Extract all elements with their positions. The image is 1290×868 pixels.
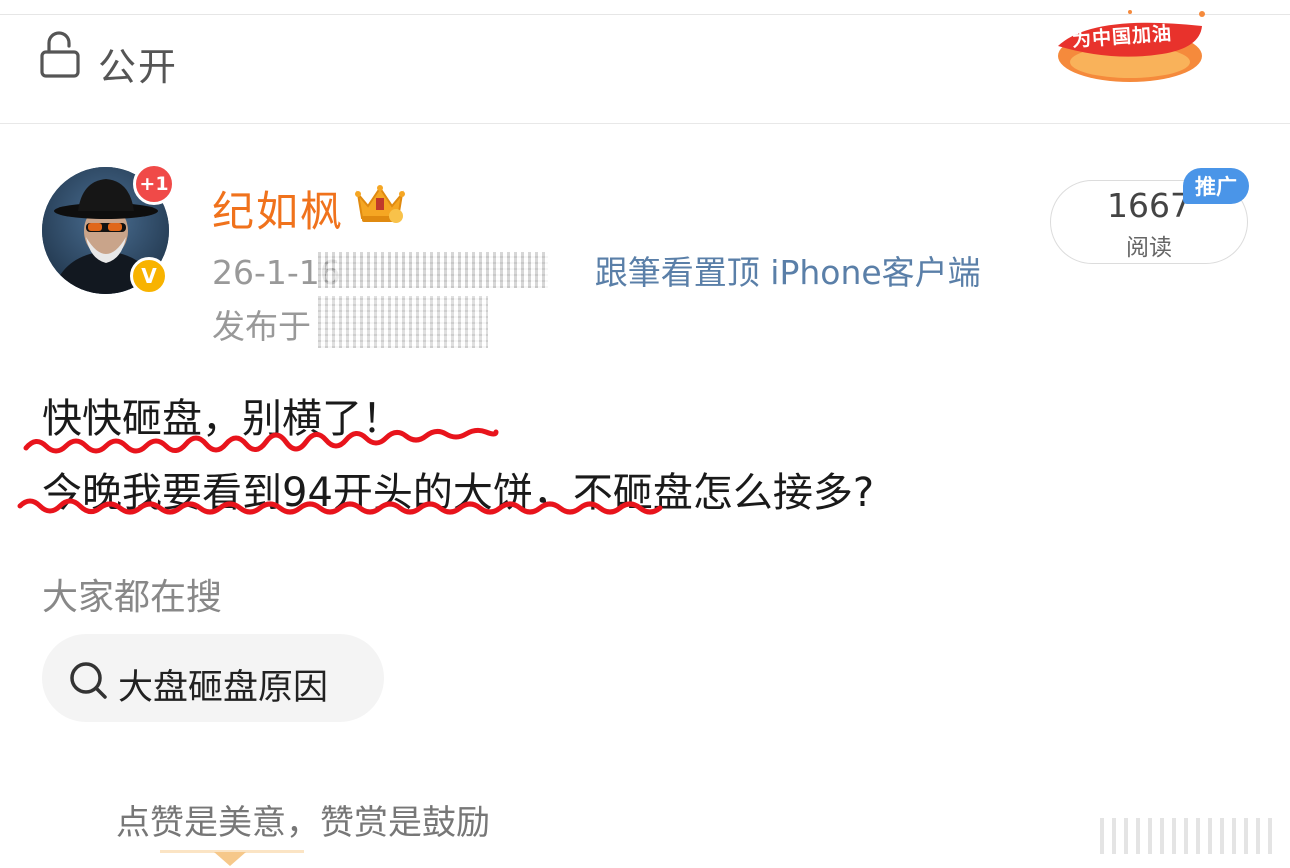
- notification-badge[interactable]: +1: [133, 163, 175, 205]
- redaction-mosaic: [318, 252, 548, 288]
- header-divider: [0, 123, 1290, 124]
- reward-prompt: 点赞是美意，赞赏是鼓励: [116, 803, 490, 843]
- reward-arrow-icon: [214, 852, 246, 866]
- promo-tag[interactable]: 推广: [1183, 168, 1249, 204]
- verified-badge: V: [130, 257, 168, 295]
- post-source-link[interactable]: 跟筆看置顶 iPhone客户端: [595, 253, 981, 292]
- red-underline-1: [23, 427, 499, 454]
- post-location-label: 发布于: [212, 307, 311, 346]
- privacy-label[interactable]: 公开: [98, 36, 178, 91]
- crown-icon[interactable]: [352, 180, 408, 226]
- redaction-mosaic-location: [318, 296, 488, 348]
- search-suggestion-text[interactable]: 大盘砸盘原因: [118, 659, 328, 710]
- watermark-strip: [1100, 818, 1280, 854]
- username[interactable]: 纪如枫: [212, 178, 344, 239]
- post-meta-location: 发布于: [212, 300, 311, 348]
- read-label: 阅读: [1126, 235, 1172, 261]
- trending-search-heading: 大家都在搜: [42, 577, 223, 618]
- search-icon: [70, 662, 107, 699]
- red-underline-2: [17, 498, 663, 515]
- unlock-icon[interactable]: [40, 30, 80, 78]
